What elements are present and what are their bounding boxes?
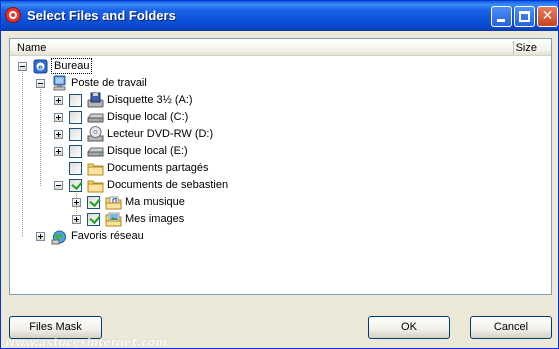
svg-text:e: e xyxy=(38,64,43,72)
expand-toggle[interactable] xyxy=(72,198,81,207)
item-checkbox-checked[interactable] xyxy=(69,178,83,192)
tree-item-label[interactable]: Disque local (E:) xyxy=(107,145,188,157)
computer-icon xyxy=(53,75,66,91)
tree-item-label[interactable]: Bureau xyxy=(51,58,93,74)
tree-row-item[interactable]: Disquette 3½ (A:) xyxy=(10,92,551,109)
collapse-toggle[interactable] xyxy=(54,181,63,190)
tree-row-bureau[interactable]: e Bureau xyxy=(10,58,551,75)
item-checkbox[interactable] xyxy=(69,128,82,141)
folder-icon xyxy=(87,180,104,193)
tree-item-label[interactable]: Documents partagés xyxy=(107,162,209,174)
item-checkbox[interactable] xyxy=(69,162,82,175)
maximize-icon xyxy=(519,11,530,22)
cancel-button[interactable]: Cancel xyxy=(470,316,552,339)
minimize-button[interactable] xyxy=(491,6,512,27)
ok-button[interactable]: OK xyxy=(368,316,450,339)
tree-row-network[interactable]: Favoris réseau xyxy=(10,228,551,245)
tree-row-item[interactable]: Lecteur DVD-RW (D:) xyxy=(10,126,551,143)
tree-item-label[interactable]: Poste de travail xyxy=(71,77,147,89)
watermark-text: www.astucesinternet.com xyxy=(5,336,167,349)
tree-item-label[interactable]: Mes images xyxy=(125,213,184,225)
tree-item-label[interactable]: Lecteur DVD-RW (D:) xyxy=(107,128,213,140)
item-checkbox[interactable] xyxy=(69,145,82,158)
expand-toggle[interactable] xyxy=(54,130,63,139)
expand-toggle[interactable] xyxy=(54,147,63,156)
maximize-button[interactable] xyxy=(514,6,535,27)
item-checkbox-checked[interactable] xyxy=(87,212,101,226)
tree-row-subitem[interactable]: Ma musique xyxy=(10,194,551,211)
item-checkbox[interactable] xyxy=(69,111,82,124)
collapse-toggle[interactable] xyxy=(18,62,27,71)
minimize-icon xyxy=(497,19,505,22)
dvd-drive-icon xyxy=(87,126,104,142)
column-header: Name Size xyxy=(10,39,551,56)
column-name[interactable]: Name xyxy=(17,42,46,54)
expand-toggle[interactable] xyxy=(54,96,63,105)
tree-row-computer[interactable]: Poste de travail xyxy=(10,75,551,92)
tree-row-subitem[interactable]: Mes images xyxy=(10,211,551,228)
pictures-folder-icon xyxy=(105,212,122,227)
close-icon: ✕ xyxy=(541,8,554,24)
app-lifebuoy-icon xyxy=(5,7,21,23)
window-title: Select Files and Folders xyxy=(27,8,176,23)
tree-item-label[interactable]: Ma musique xyxy=(125,196,185,208)
desktop-icon: e xyxy=(33,59,48,74)
hard-drive-icon xyxy=(87,147,104,157)
tree-row-item[interactable]: Disque local (C:) xyxy=(10,109,551,126)
item-checkbox-checked[interactable] xyxy=(87,195,101,209)
expand-toggle[interactable] xyxy=(36,232,45,241)
dialog-window: Select Files and Folders ✕ Name Size e B… xyxy=(0,0,559,349)
floppy-drive-icon xyxy=(87,92,104,108)
folder-icon xyxy=(87,163,104,176)
expand-toggle[interactable] xyxy=(72,215,81,224)
tree-item-label[interactable]: Disquette 3½ (A:) xyxy=(107,94,193,106)
tree-row-item[interactable]: Documents partagés xyxy=(10,160,551,177)
music-folder-icon xyxy=(105,196,122,210)
tree-row-item[interactable]: Documents de sebastien xyxy=(10,177,551,194)
title-bar[interactable]: Select Files and Folders ✕ xyxy=(1,1,558,31)
tree-item-label[interactable]: Documents de sebastien xyxy=(107,179,228,191)
file-tree-panel[interactable]: Name Size e Bureau Poste de travail Disq… xyxy=(9,38,552,295)
tree-row-item[interactable]: Disque local (E:) xyxy=(10,143,551,160)
close-button[interactable]: ✕ xyxy=(537,6,558,27)
expand-toggle[interactable] xyxy=(54,113,63,122)
network-icon xyxy=(51,230,66,245)
item-checkbox[interactable] xyxy=(69,94,82,107)
column-size[interactable]: Size xyxy=(509,42,537,54)
tree-item-label[interactable]: Favoris réseau xyxy=(71,230,144,242)
tree-item-label[interactable]: Disque local (C:) xyxy=(107,111,188,123)
hard-drive-icon xyxy=(87,113,104,123)
collapse-toggle[interactable] xyxy=(36,79,45,88)
